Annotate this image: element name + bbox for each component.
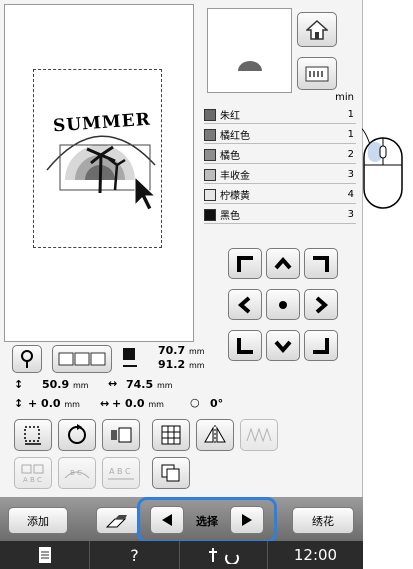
- design-height: 91.2 mm: [158, 358, 205, 371]
- svg-text:B C: B C: [70, 469, 82, 477]
- thread-swatch: [204, 128, 216, 141]
- position-horizontal: 74.5 mm: [126, 378, 173, 391]
- move-down-left-button[interactable]: [228, 330, 262, 361]
- thread-swatch: [204, 208, 216, 221]
- move-up-button[interactable]: [266, 248, 300, 279]
- thread-info-button[interactable]: [52, 345, 112, 373]
- grid-icon: [161, 425, 181, 445]
- delete-button[interactable]: [96, 507, 140, 534]
- resize-icon: [24, 426, 41, 445]
- position-vertical: 50.9 mm: [42, 378, 89, 391]
- mirror-button[interactable]: [196, 419, 234, 451]
- center-dot-icon: [279, 300, 287, 309]
- vertical-position-icon: ↕: [14, 378, 24, 391]
- help-button[interactable]: ?: [90, 541, 180, 569]
- character-spacing-button[interactable]: A B C: [14, 457, 52, 489]
- offset-horizontal: + 0.0 mm: [112, 397, 164, 410]
- embroidery-preview: SUMMER: [4, 4, 194, 342]
- move-up-left-button[interactable]: [228, 248, 262, 279]
- machine-view-button[interactable]: [297, 57, 337, 90]
- hoop-size-icon: [58, 352, 106, 366]
- rotate-icon: [68, 424, 86, 444]
- stitch-icon: [246, 427, 272, 443]
- thread-row: 丰收金 3: [204, 166, 356, 184]
- embroidery-edit-screen: SUMMER min 朱红 1 橘红色 1 橘色 2 丰收金 3 柠檬黄 4 黑…: [0, 0, 363, 569]
- move-right-button[interactable]: [304, 289, 338, 320]
- arc-text-icon: B C: [64, 469, 90, 479]
- move-down-right-button[interactable]: [304, 330, 338, 361]
- zoom-button[interactable]: [12, 345, 42, 373]
- eraser-icon: [105, 514, 127, 527]
- rotation-icon: ○: [190, 396, 200, 409]
- move-down-button[interactable]: [266, 330, 300, 361]
- rotation-angle: 0°: [210, 397, 224, 410]
- center-button[interactable]: [266, 289, 300, 320]
- copy-icon: [161, 464, 180, 482]
- design-artwork: [46, 135, 157, 211]
- thread-color-list: min 朱红 1 橘红色 1 橘色 2 丰收金 3 柠檬黄 4 黑色 3: [198, 92, 358, 240]
- horizontal-offset-icon: ↔: [100, 397, 110, 410]
- embroider-button[interactable]: 绣花: [292, 507, 354, 534]
- chevron-up-icon: [274, 256, 292, 269]
- density-button[interactable]: [102, 419, 140, 451]
- thread-swatch: [204, 168, 216, 181]
- thread-swatch: [204, 148, 216, 161]
- document-icon: [38, 547, 51, 563]
- svg-text:A B C: A B C: [109, 467, 131, 476]
- horizontal-position-icon: ↔: [108, 377, 118, 390]
- home-icon: [306, 19, 328, 40]
- chevron-right-icon: [315, 295, 329, 314]
- thread-row: 橘红色 1: [204, 126, 356, 144]
- add-button[interactable]: 添加: [8, 507, 68, 534]
- corner-up-right-icon: [313, 255, 329, 272]
- text-width-icon: A B C: [108, 467, 134, 480]
- selection-highlight: [137, 497, 277, 543]
- text-fill-button[interactable]: A B C: [102, 457, 140, 489]
- machine-icon: [305, 66, 329, 81]
- svg-text:A B C: A B C: [23, 476, 42, 483]
- vertical-offset-icon: ↕: [14, 397, 24, 410]
- chevron-left-icon: [237, 295, 251, 314]
- thumbnail-image: [238, 61, 262, 71]
- text-spacing-icon: A B C: [21, 464, 44, 483]
- mirror-icon: [204, 425, 226, 445]
- offset-vertical: + 0.0 mm: [28, 397, 80, 410]
- size-button[interactable]: [14, 419, 52, 451]
- design-thumbnail: [207, 8, 292, 93]
- thread-swatch: [204, 188, 216, 201]
- minutes-header: min: [335, 92, 354, 103]
- move-up-right-button[interactable]: [304, 248, 338, 279]
- thread-swatch: [204, 108, 216, 121]
- needle-mode-button[interactable]: [180, 541, 268, 569]
- chevron-down-icon: [274, 340, 292, 353]
- rotate-button[interactable]: [58, 419, 96, 451]
- duplicate-button[interactable]: [152, 457, 190, 489]
- thread-row: 柠檬黄 4: [204, 186, 356, 204]
- thread-row: 橘色 2: [204, 146, 356, 164]
- mouse-icon: [362, 128, 403, 209]
- size-icon: [123, 348, 137, 367]
- border-button[interactable]: [152, 419, 190, 451]
- array-button[interactable]: B C: [58, 457, 96, 489]
- needle-icon: [208, 548, 239, 564]
- embroider-button-label: 绣花: [312, 514, 334, 528]
- stitch-type-button[interactable]: [240, 419, 278, 451]
- design-width: 70.7 mm: [158, 344, 205, 357]
- status-bar: ? 12:00: [0, 541, 363, 569]
- clock: 12:00: [293, 546, 338, 564]
- corner-down-left-icon: [237, 337, 253, 354]
- magnifier-icon: [21, 350, 33, 368]
- home-button[interactable]: [297, 12, 337, 47]
- move-left-button[interactable]: [228, 289, 262, 320]
- thread-row: 黑色 3: [204, 206, 356, 224]
- document-button[interactable]: [0, 541, 90, 569]
- density-icon: [111, 427, 132, 443]
- add-button-label: 添加: [27, 514, 49, 528]
- thread-row: 朱红 1: [204, 106, 356, 124]
- corner-down-right-icon: [313, 337, 329, 354]
- corner-up-left-icon: [237, 255, 253, 272]
